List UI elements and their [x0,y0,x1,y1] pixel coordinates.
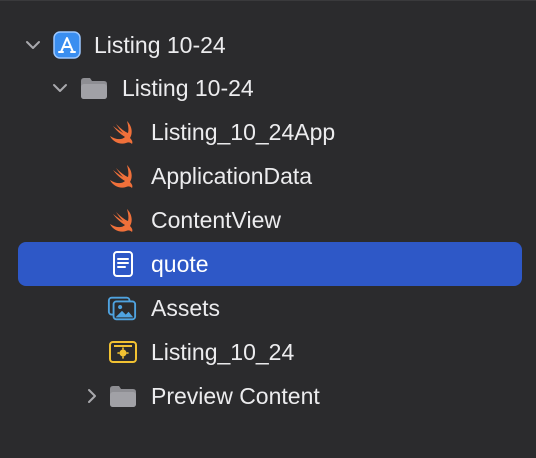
file-row[interactable]: Assets [0,286,536,330]
folder-icon [108,381,138,411]
file-row[interactable]: ContentView [0,198,536,242]
file-row[interactable]: ApplicationData [0,154,536,198]
chevron-down-icon[interactable] [25,37,41,53]
chevron-right-icon[interactable] [84,388,100,404]
project-row[interactable]: Listing 10-24 [0,23,536,67]
group-label: Listing 10-24 [122,75,254,101]
file-label: ContentView [151,207,281,233]
file-row-selected[interactable]: quote [0,242,536,286]
file-row[interactable]: Listing_10_24 [0,330,536,374]
text-file-icon [108,249,138,279]
preview-group-label: Preview Content [151,383,320,409]
group-row[interactable]: Listing 10-24 [0,66,536,110]
folder-icon [79,73,109,103]
swift-file-icon [108,161,138,191]
project-label: Listing 10-24 [94,32,226,58]
file-label: Listing_10_24App [151,119,336,145]
file-label: quote [151,251,209,277]
swift-file-icon [108,117,138,147]
app-project-icon [52,30,82,60]
chevron-down-icon[interactable] [52,80,68,96]
file-label: Listing_10_24 [151,339,295,365]
entitlements-icon [108,337,138,367]
file-label: Assets [151,295,221,321]
file-label: ApplicationData [151,163,313,189]
file-row[interactable]: Listing_10_24App [0,110,536,154]
swift-file-icon [108,205,138,235]
asset-catalog-icon [107,293,137,323]
top-divider [0,0,536,1]
preview-group-row[interactable]: Preview Content [0,374,536,418]
